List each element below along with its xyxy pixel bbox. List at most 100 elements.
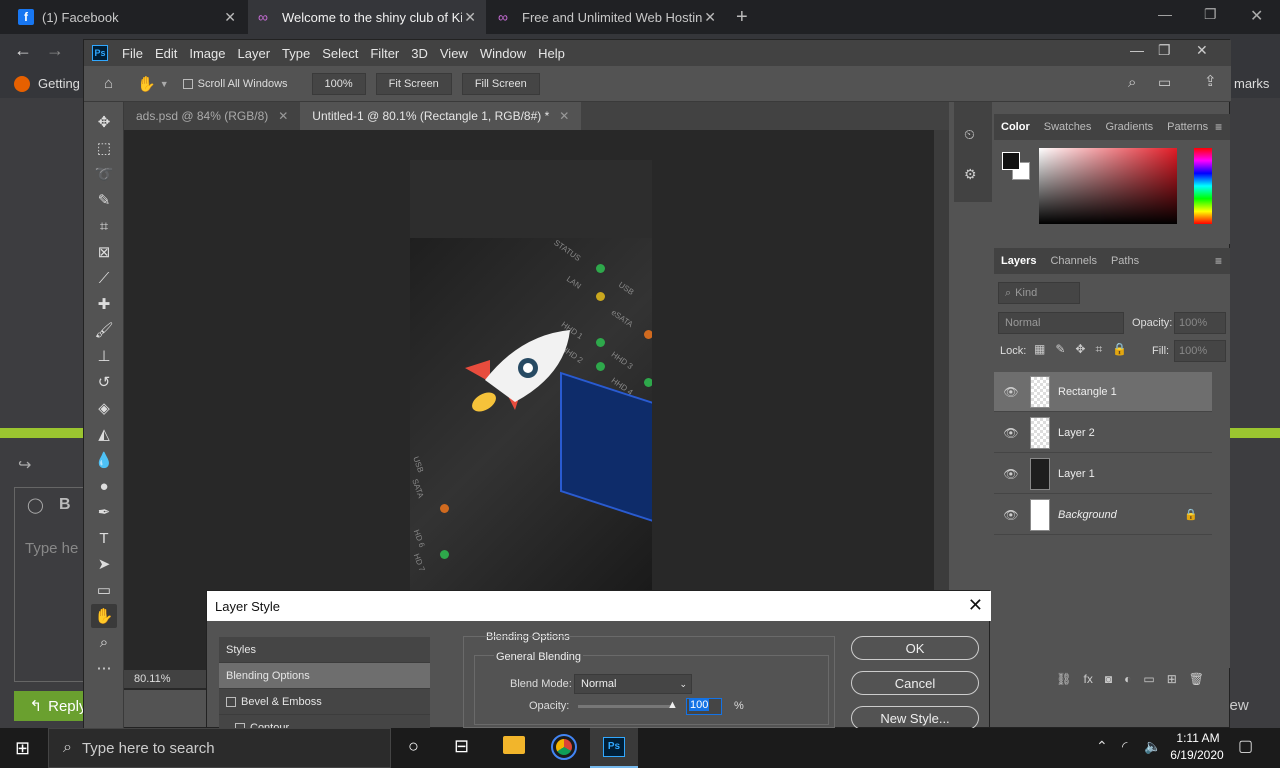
foreground-color-swatch[interactable]: [1002, 152, 1020, 170]
fit-screen-button[interactable]: Fit Screen: [375, 72, 452, 95]
dodge-tool-icon[interactable]: ●: [91, 474, 117, 498]
layer-row[interactable]: 👁 Layer 1: [994, 454, 1212, 494]
tab-kiri[interactable]: ∞ Welcome to the shiny club of Kiri ✕: [248, 0, 486, 34]
file-explorer-icon[interactable]: [503, 736, 525, 754]
marquee-tool-icon[interactable]: ⬚: [91, 136, 117, 160]
link-layers-icon[interactable]: ⛓: [1056, 672, 1071, 686]
search-icon[interactable]: ⌕: [1128, 74, 1136, 91]
canvas-vertical-scrollbar[interactable]: [934, 130, 949, 670]
close-icon[interactable]: ✕: [968, 595, 983, 616]
tab-swatches[interactable]: Swatches: [1037, 121, 1099, 133]
menu-edit[interactable]: Edit: [149, 46, 183, 61]
lock-icons[interactable]: ▦✎✥⌗🔒: [1034, 342, 1137, 357]
task-view-icon[interactable]: ○: [408, 736, 419, 757]
trash-icon[interactable]: 🗑: [1189, 672, 1204, 686]
styles-header[interactable]: Styles: [219, 637, 430, 663]
frame-tool-icon[interactable]: ⊠: [91, 240, 117, 264]
stamp-tool-icon[interactable]: ⊥: [91, 344, 117, 368]
history-icon[interactable]: ⏲: [964, 126, 975, 143]
clock-date[interactable]: 6/19/2020: [1166, 748, 1228, 762]
menu-3d[interactable]: 3D: [405, 46, 434, 61]
cancel-button[interactable]: Cancel: [851, 671, 979, 695]
forward-icon[interactable]: →: [46, 40, 64, 61]
eraser-tool-icon[interactable]: ◈: [91, 396, 117, 420]
ps-minimize-icon[interactable]: —: [1130, 42, 1144, 58]
blend-mode-select[interactable]: Normal ⌄: [574, 674, 692, 694]
layer-row[interactable]: 👁 Rectangle 1: [994, 372, 1212, 412]
layer-row[interactable]: 👁 Layer 2: [994, 413, 1212, 453]
crop-tool-icon[interactable]: ⌗: [91, 214, 117, 238]
style-item-blending-options[interactable]: Blending Options: [219, 663, 430, 689]
close-icon[interactable]: ✕: [704, 9, 716, 26]
type-tool-icon[interactable]: T: [91, 526, 117, 550]
hue-slider[interactable]: [1194, 148, 1212, 224]
path-select-tool-icon[interactable]: ➤: [91, 552, 117, 576]
opacity-slider-handle-icon[interactable]: ▲: [667, 699, 678, 711]
tab-color[interactable]: Color: [994, 121, 1037, 133]
tab-layers[interactable]: Layers: [994, 255, 1043, 267]
healing-brush-tool-icon[interactable]: ✚: [91, 292, 117, 316]
minimize-icon[interactable]: —: [1158, 6, 1172, 22]
close-icon[interactable]: ✕: [464, 9, 476, 26]
blur-tool-icon[interactable]: 💧: [91, 448, 117, 472]
eye-icon[interactable]: 👁: [1000, 467, 1022, 481]
tab-hosting[interactable]: ∞ Free and Unlimited Web Hosting ✕: [488, 0, 726, 34]
eye-icon[interactable]: 👁: [1000, 508, 1022, 522]
scroll-all-windows-checkbox[interactable]: Scroll All Windows: [182, 78, 288, 90]
checkbox-icon[interactable]: [226, 696, 236, 707]
layer-filter-select[interactable]: ⌕ Kind: [998, 282, 1080, 304]
windows-start-icon[interactable]: ⊞: [15, 738, 30, 759]
style-item-bevel-emboss[interactable]: Bevel & Emboss: [219, 689, 430, 715]
rectangle-tool-icon[interactable]: ▭: [91, 578, 117, 602]
eye-icon[interactable]: 👁: [1000, 385, 1022, 399]
paint-bucket-tool-icon[interactable]: ◭: [91, 422, 117, 446]
share-icon[interactable]: ↪: [18, 455, 31, 475]
share-export-icon[interactable]: ⇪: [1204, 72, 1217, 90]
menu-image[interactable]: Image: [183, 46, 231, 61]
more-tools-icon[interactable]: ⋯: [91, 656, 117, 680]
zoom-level[interactable]: 80.11%: [134, 673, 171, 685]
eyedropper-tool-icon[interactable]: ⟋: [91, 266, 117, 290]
new-tab-button[interactable]: +: [736, 6, 748, 29]
zoom-tool-icon[interactable]: ⌕: [91, 630, 117, 654]
mask-icon[interactable]: ◙: [1105, 672, 1112, 686]
close-icon[interactable]: ✕: [278, 109, 288, 123]
menu-filter[interactable]: Filter: [364, 46, 405, 61]
back-icon[interactable]: ←: [14, 40, 32, 61]
lasso-tool-icon[interactable]: ➰: [91, 162, 117, 186]
doc-tab-untitled[interactable]: Untitled-1 @ 80.1% (Rectangle 1, RGB/8#)…: [300, 102, 582, 130]
menu-help[interactable]: Help: [532, 46, 571, 61]
timeline-icon[interactable]: ⊟: [454, 736, 469, 757]
restore-icon[interactable]: ❐: [1204, 6, 1217, 23]
zoom-100-button[interactable]: 100%: [311, 72, 366, 95]
tab-paths[interactable]: Paths: [1104, 255, 1146, 267]
pen-tool-icon[interactable]: ✒: [91, 500, 117, 524]
tab-patterns[interactable]: Patterns: [1160, 121, 1215, 133]
bold-button[interactable]: B: [59, 496, 71, 514]
hand-tool-icon[interactable]: ✋: [91, 604, 117, 628]
opacity-field[interactable]: 100%: [1174, 312, 1226, 334]
fx-icon[interactable]: fx: [1084, 672, 1093, 686]
menu-view[interactable]: View: [434, 46, 474, 61]
blend-mode-select[interactable]: Normal: [998, 312, 1124, 334]
new-style-button[interactable]: New Style...: [851, 706, 979, 730]
ps-close-icon[interactable]: ✕: [1196, 42, 1208, 59]
reply-editor[interactable]: ◯ B Type he: [14, 487, 84, 682]
fill-field[interactable]: 100%: [1174, 340, 1226, 362]
menu-window[interactable]: Window: [474, 46, 532, 61]
clock-time[interactable]: 1:11 AM: [1170, 731, 1226, 745]
tab-facebook[interactable]: f (1) Facebook ✕: [8, 0, 246, 34]
menu-file[interactable]: File: [116, 46, 149, 61]
hand-tool-icon[interactable]: ✋: [137, 75, 156, 93]
menu-type[interactable]: Type: [276, 46, 316, 61]
volume-icon[interactable]: 🔈: [1144, 738, 1161, 755]
menu-select[interactable]: Select: [316, 46, 364, 61]
chrome-icon[interactable]: [551, 734, 577, 760]
ok-button[interactable]: OK: [851, 636, 979, 660]
doc-tab-ads[interactable]: ads.psd @ 84% (RGB/8) ✕: [124, 102, 300, 130]
move-tool-icon[interactable]: ✥: [91, 110, 117, 134]
network-icon[interactable]: ◜: [1122, 738, 1127, 755]
bookmark-marks[interactable]: marks: [1234, 76, 1269, 91]
panel-menu-icon[interactable]: ≡: [1215, 254, 1222, 268]
close-icon[interactable]: ✕: [559, 109, 569, 123]
